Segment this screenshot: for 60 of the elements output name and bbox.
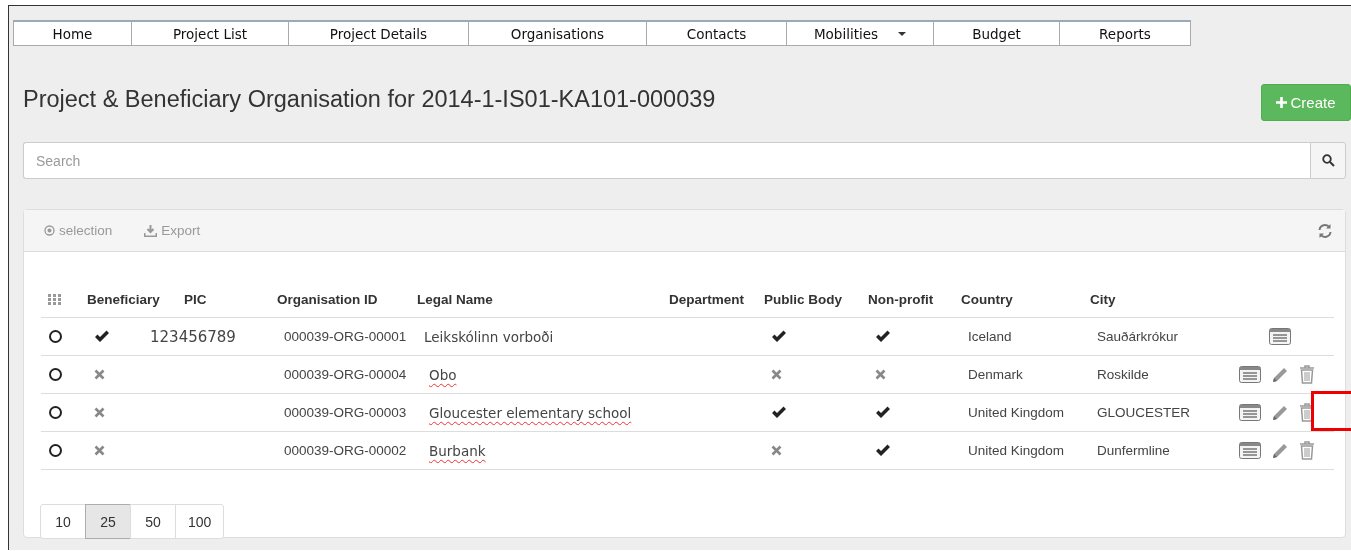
organisation-id-cell-text: 000039-ORG-00001	[283, 329, 407, 344]
country-cell-text: United Kingdom	[967, 443, 1065, 458]
nav-tab[interactable]: Home	[13, 20, 132, 46]
country-cell-text: Iceland	[967, 329, 1012, 344]
pic-cell: 123456789	[150, 327, 236, 346]
column-header[interactable]: Beneficiary	[87, 292, 160, 307]
column-header[interactable]: PIC	[184, 292, 207, 307]
nav-tab[interactable]: Project Details	[288, 20, 469, 46]
page-size-button[interactable]: 25	[85, 504, 131, 539]
legal-name-cell: Leikskólinn vorboði	[424, 328, 554, 345]
organisation-id-cell-text: 000039-ORG-00004	[283, 367, 407, 382]
row-radio[interactable]	[49, 444, 62, 457]
page-title: Project & Beneficiary Organisation for 2014-1-IS01-KA101-000039	[23, 86, 716, 113]
page-size-button[interactable]: 100	[175, 504, 225, 539]
pencil-icon[interactable]	[1271, 365, 1289, 384]
search-button[interactable]	[1310, 142, 1346, 179]
column-header[interactable]: Non-profit	[868, 292, 934, 307]
legal-name-cell: Burbank	[429, 442, 486, 459]
nav-tab[interactable]: Organisations	[468, 20, 647, 46]
nav-tab[interactable]: Contacts	[646, 20, 787, 46]
country-cell-text: United Kingdom	[967, 405, 1065, 420]
row-radio[interactable]	[49, 368, 62, 381]
nav-tab[interactable]: Reports	[1059, 20, 1191, 46]
target-icon	[44, 225, 55, 236]
page-size-button[interactable]: 50	[130, 504, 176, 539]
nav-tab[interactable]: Mobilities	[786, 20, 934, 46]
column-header[interactable]: Public Body	[764, 292, 842, 307]
city-cell-text: Sauðárkrókur	[1096, 329, 1179, 344]
refresh-icon[interactable]	[1317, 222, 1333, 239]
row-radio[interactable]	[49, 330, 62, 343]
column-header[interactable]: Department	[669, 292, 744, 307]
column-header[interactable]: Organisation ID	[277, 292, 378, 307]
city-cell-text: Dunfermline	[1096, 443, 1170, 458]
pencil-icon[interactable]	[1271, 403, 1289, 422]
plus-icon	[1276, 97, 1288, 108]
legal-name-cell: Obo	[429, 366, 457, 383]
nav-tab[interactable]: Project List	[131, 20, 289, 46]
list-view-icon[interactable]	[1239, 442, 1261, 459]
nav-tab[interactable]: Budget	[933, 20, 1060, 46]
list-view-icon[interactable]	[1239, 404, 1261, 421]
column-header[interactable]: Legal Name	[417, 292, 493, 307]
pencil-icon[interactable]	[1271, 441, 1289, 460]
city-cell-text: GLOUCESTER	[1096, 405, 1191, 420]
search-field[interactable]: Search	[23, 142, 1310, 179]
legal-name-cell: Gloucester elementary school	[429, 404, 632, 421]
column-header[interactable]: City	[1090, 292, 1116, 307]
trash-icon[interactable]	[1299, 441, 1315, 460]
column-chooser-icon[interactable]	[48, 294, 61, 305]
page-size-button[interactable]: 10	[40, 504, 86, 539]
country-cell-text: Denmark	[967, 367, 1023, 382]
organisation-id-cell-text: 000039-ORG-00002	[283, 443, 407, 458]
download-icon	[144, 224, 158, 237]
organisation-id-cell-text: 000039-ORG-00003	[283, 405, 407, 420]
list-view-icon[interactable]	[1268, 328, 1291, 345]
column-header[interactable]: Country	[961, 292, 1013, 307]
search-icon	[1321, 154, 1335, 167]
row-radio[interactable]	[49, 406, 62, 419]
trash-icon[interactable]	[1299, 365, 1315, 384]
list-view-icon[interactable]	[1239, 366, 1261, 383]
city-cell-text: Roskilde	[1096, 367, 1149, 382]
